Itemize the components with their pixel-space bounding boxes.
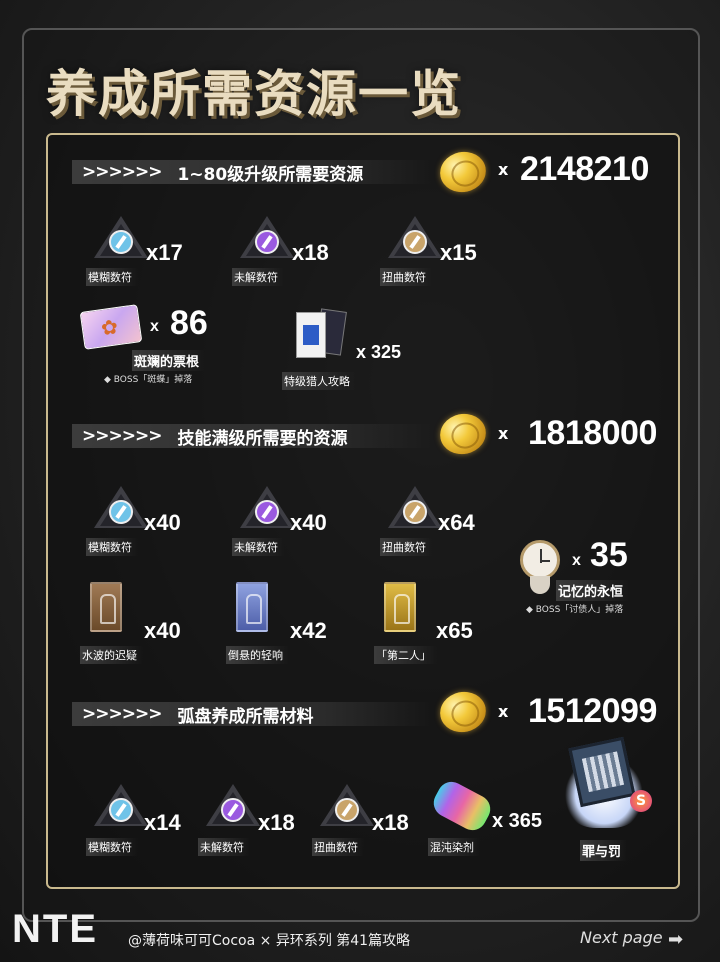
blurry-rune-icon: [94, 780, 148, 826]
hunter-guide-icon: [296, 308, 347, 362]
item-name: 模糊数符: [86, 838, 138, 856]
rarity-badge: S: [630, 790, 652, 812]
ticket-stub-icon: [79, 304, 143, 350]
coin-amount: 1818000: [528, 414, 657, 452]
twisted-rune-icon: [388, 482, 442, 528]
item-name: 记忆的永恒: [556, 580, 630, 601]
item-quantity: x65: [436, 618, 473, 643]
author-credit: @薄荷味可可Cocoa × 异环系列 第41篇攻略: [128, 933, 411, 949]
item-name: 「第二人」: [374, 646, 437, 664]
item-name: 未解数符: [232, 538, 284, 556]
unsolved-rune-icon: [206, 780, 260, 826]
item-quantity: x 325: [356, 342, 402, 362]
section-arrows: >>>>>>: [82, 162, 162, 182]
item-name: 未解数符: [198, 838, 250, 856]
section-header-skills: >>>>>> 技能满级所需要的资源: [72, 424, 432, 449]
item-quantity: x17: [146, 240, 183, 265]
item-name: 特级猎人攻略: [282, 372, 356, 390]
item-name: 未解数符: [232, 268, 284, 286]
blurry-rune-icon: [94, 212, 148, 258]
coin-multiplier: x: [498, 160, 509, 179]
coin-amount: 1512099: [528, 692, 657, 730]
item-name: 水波的迟疑: [80, 646, 143, 664]
item-name: 斑斓的票根: [132, 350, 206, 371]
second-person-icon: [384, 582, 416, 632]
item-quantity: x18: [292, 240, 329, 265]
water-hesitation-icon: [90, 582, 122, 632]
arrow-right-icon[interactable]: ➡: [668, 929, 683, 950]
crime-punishment-book-icon: S: [564, 736, 652, 830]
unsolved-rune-icon: [240, 212, 294, 258]
item-quantity: x18: [372, 810, 409, 835]
item-quantity: 35: [590, 536, 628, 574]
item-quantity: 86: [170, 304, 208, 342]
item-drop-note: ◆ BOSS「讨债人」掉落: [526, 605, 624, 615]
item-name: 扭曲数符: [380, 538, 432, 556]
coin-multiplier: x: [498, 702, 509, 721]
item-quantity: x42: [290, 618, 327, 643]
blurry-rune-icon: [94, 482, 148, 528]
item-quantity: x40: [144, 618, 181, 643]
item-name: 扭曲数符: [380, 268, 432, 286]
item-name: 罪与罚: [580, 840, 628, 861]
next-page-link[interactable]: Next page: [580, 928, 663, 947]
item-name: 模糊数符: [86, 268, 138, 286]
item-name: 混沌染剂: [428, 838, 480, 856]
item-quantity: x14: [144, 810, 181, 835]
section-title: 弧盘养成所需材料: [177, 706, 314, 727]
section-header-disc: >>>>>> 弧盘养成所需材料: [72, 702, 432, 727]
item-name: 倒悬的轻响: [226, 646, 289, 664]
item-quantity: x40: [290, 510, 327, 535]
item-name: 扭曲数符: [312, 838, 364, 856]
twisted-rune-icon: [388, 212, 442, 258]
section-arrows: >>>>>>: [82, 704, 162, 724]
coin-amount: 2148210: [520, 150, 649, 188]
section-title: 1~80级升级所需要资源: [177, 164, 364, 185]
section-title: 技能满级所需要的资源: [177, 428, 348, 449]
hanging-echo-icon: [236, 582, 268, 632]
item-drop-note: ◆ BOSS「斑蝶」掉落: [104, 375, 193, 385]
page-title: 养成所需资源一览: [46, 65, 462, 123]
item-quantity: x64: [438, 510, 475, 535]
unsolved-rune-icon: [240, 482, 294, 528]
coin-multiplier: x: [498, 424, 509, 443]
twisted-rune-icon: [320, 780, 374, 826]
item-quantity: x15: [440, 240, 477, 265]
item-quantity-multiplier: x: [150, 318, 159, 335]
item-name: 模糊数符: [86, 538, 138, 556]
brand-logo: NTE: [12, 907, 98, 951]
item-quantity: x18: [258, 810, 295, 835]
section-header-leveling: >>>>>> 1~80级升级所需要资源: [72, 160, 432, 185]
item-quantity: x40: [144, 510, 181, 535]
item-quantity-multiplier: x: [572, 552, 581, 569]
item-quantity: x 365: [492, 810, 543, 832]
section-arrows: >>>>>>: [82, 426, 162, 446]
